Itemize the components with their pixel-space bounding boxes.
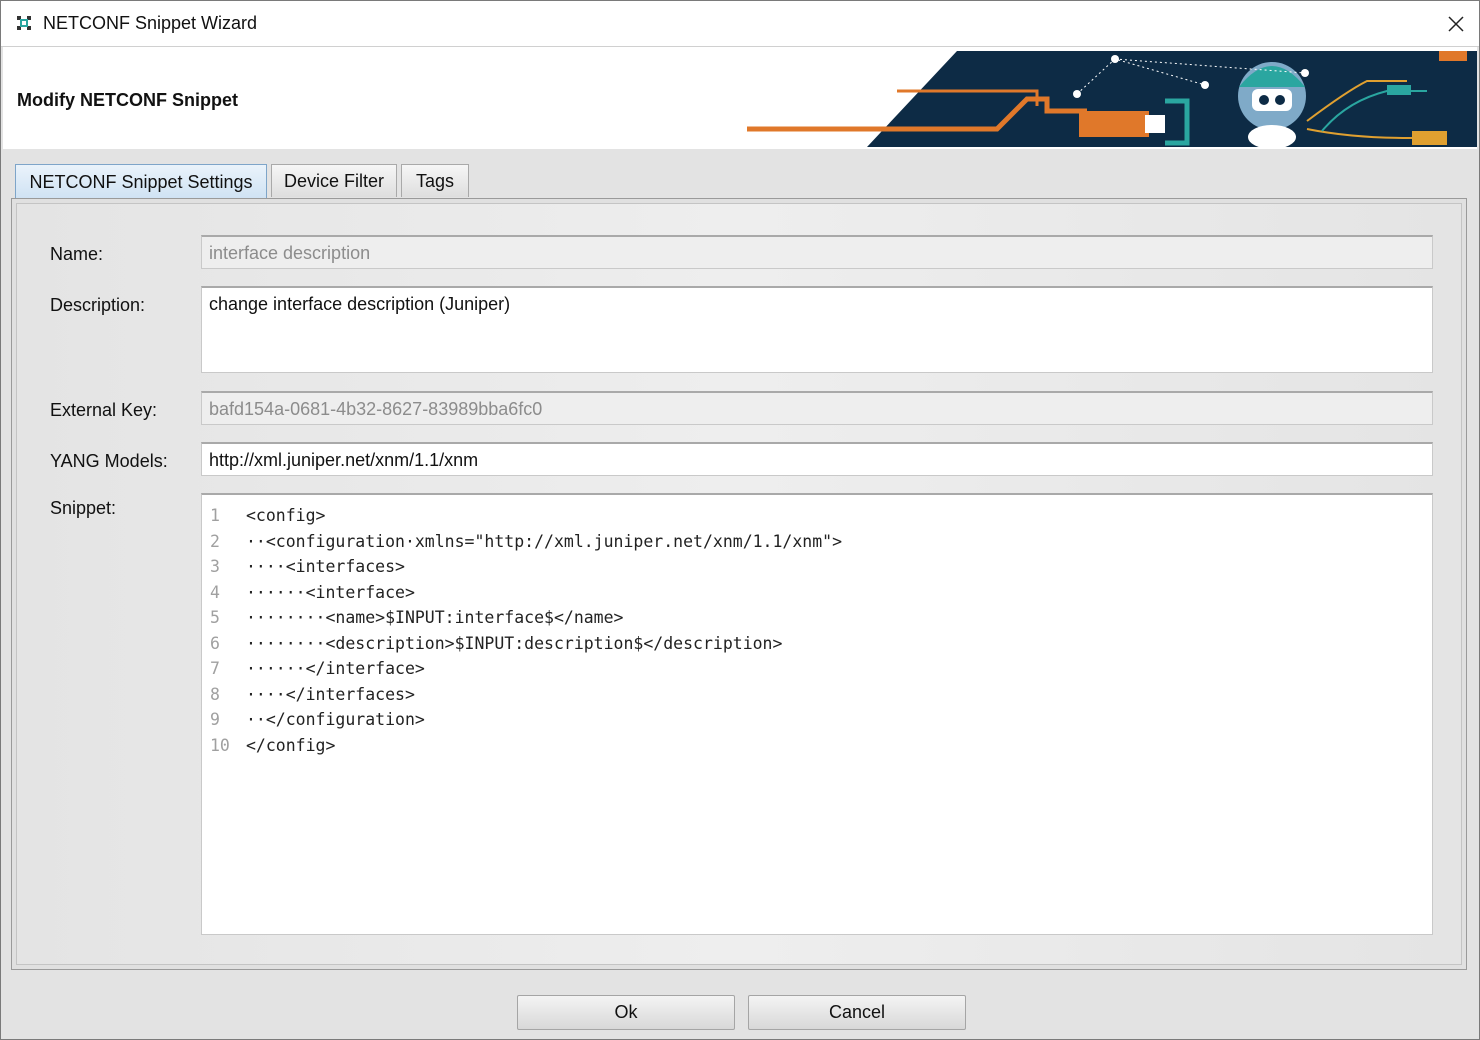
external-key-field[interactable]: bafd154a-0681-4b32-8627-83989bba6fc0 — [201, 391, 1433, 425]
line-number: 5 — [210, 608, 220, 627]
line-text: ··<configuration·xmlns="http://xml.junip… — [246, 531, 843, 551]
tab-netconf-snippet-settings[interactable]: NETCONF Snippet Settings — [15, 164, 267, 199]
code-line: 8 ····</interfaces> — [202, 682, 1432, 708]
code-line: 9 ··</configuration> — [202, 707, 1432, 733]
header-title: Modify NETCONF Snippet — [17, 90, 238, 110]
line-number: 2 — [210, 531, 220, 551]
code-line: 3 ····<interfaces> — [202, 554, 1432, 580]
code-line: 2 ··<configuration·xmlns="http://xml.juni… — [202, 529, 1432, 555]
title-bar[interactable]: NETCONF Snippet Wizard — [1, 1, 1479, 47]
line-text: ····</interfaces> — [246, 684, 415, 704]
line-number: 8 — [210, 684, 220, 704]
ok-button[interactable]: Ok — [517, 995, 735, 1030]
snippet-label: Snippet: — [50, 498, 117, 518]
line-text: ······</interface> — [246, 659, 425, 678]
app-icon — [17, 16, 31, 30]
line-text: ········<description>$INPUT:description$… — [246, 633, 783, 653]
line-number: 3 — [210, 557, 220, 576]
line-text: ··</configuration> — [246, 710, 425, 729]
line-text: ······<interface> — [246, 582, 415, 602]
line-text: ········<name>$INPUT:interface$</name> — [246, 608, 624, 627]
snippet-editor[interactable]: 1 <config> 2 ··<configuration·xmlns="http:… — [201, 493, 1433, 935]
code-line: 5 ········<name>$INPUT:interface$</name> — [202, 605, 1432, 631]
code-line: 1 <config> — [202, 503, 1432, 529]
yang-models-label: YANG Models: — [50, 451, 168, 471]
code-line: 10 </config> — [202, 733, 1432, 759]
wizard-header: Modify NETCONF Snippet — [3, 47, 1477, 149]
yang-models-field[interactable]: http://xml.juniper.net/xnm/1.1/xnm — [201, 442, 1433, 476]
line-number: 4 — [210, 582, 220, 602]
line-number: 1 — [210, 506, 220, 525]
line-number: 9 — [210, 710, 220, 729]
name-label: Name: — [50, 244, 104, 264]
window-title: NETCONF Snippet Wizard — [43, 13, 258, 33]
description-label: Description: — [50, 295, 146, 315]
close-button[interactable] — [1433, 1, 1479, 46]
tab-device-filter[interactable]: Device Filter — [271, 164, 397, 197]
line-text: ····<interfaces> — [246, 557, 405, 576]
close-icon — [1448, 15, 1464, 32]
external-key-label: External Key: — [50, 400, 158, 420]
cancel-button[interactable]: Cancel — [748, 995, 966, 1030]
tab-tags[interactable]: Tags — [401, 164, 469, 197]
line-number: 7 — [210, 659, 220, 678]
line-text: <config> — [246, 506, 326, 525]
line-number: 10 — [210, 735, 230, 755]
code-line: 7 ······</interface> — [202, 656, 1432, 682]
wizard-window: NETCONF Snippet Wizard Modify NETCONF Sn… — [0, 0, 1480, 1040]
banner-illustration — [747, 51, 1477, 147]
code-line: 4 ······<interface> — [202, 580, 1432, 606]
description-field[interactable]: change interface description (Juniper) — [201, 286, 1433, 373]
line-number: 6 — [210, 633, 220, 653]
name-field[interactable]: interface description — [201, 235, 1433, 269]
line-text: </config> — [246, 735, 336, 755]
code-line: 6 ········<description>$INPUT:description… — [202, 631, 1432, 657]
